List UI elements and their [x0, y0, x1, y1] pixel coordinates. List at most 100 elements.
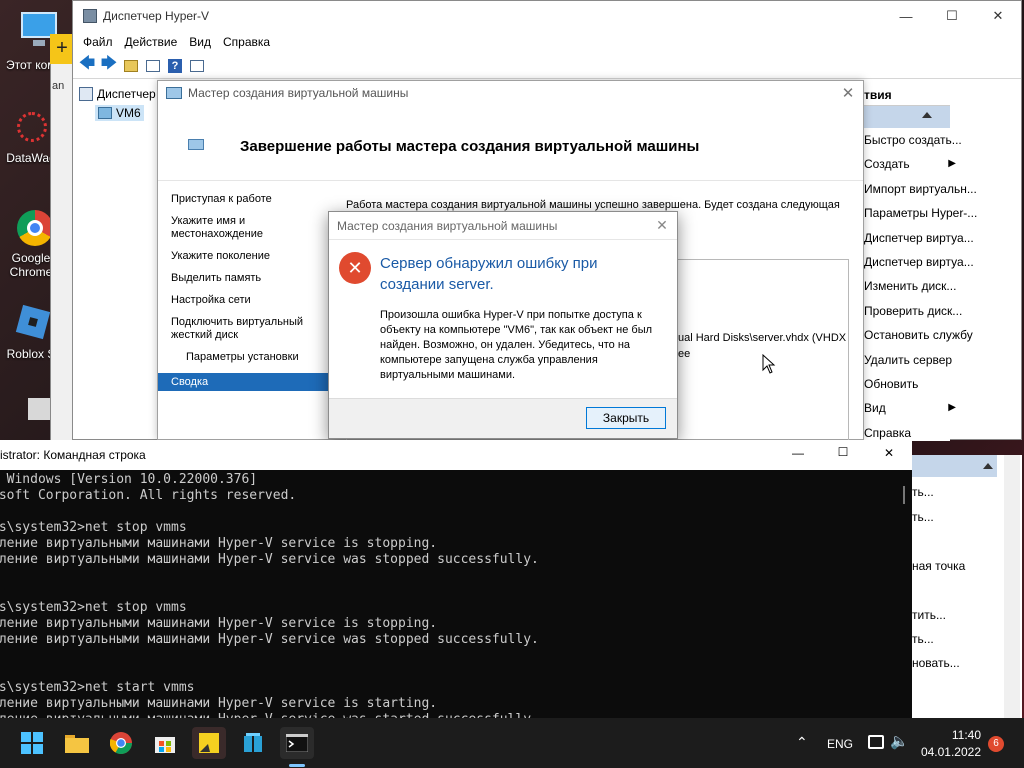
forward-arrow-icon[interactable]: 🡆 [99, 55, 119, 76]
menu-file[interactable]: Файл [77, 35, 119, 49]
action-switch-manager[interactable]: Диспетчер виртуа... [864, 226, 974, 250]
wizard-step[interactable]: Укажите поколение [158, 250, 328, 263]
vm-action[interactable]: ть... [912, 480, 934, 504]
tree-root[interactable]: Диспетчер [79, 87, 156, 101]
wizard-header-icon [188, 139, 204, 150]
cmd-close-button[interactable]: ✕ [866, 446, 912, 460]
hyperv-menubar: Файл Действие Вид Справка [73, 31, 1021, 53]
action-view[interactable]: Вид ▶ [864, 396, 956, 420]
cmd-taskbar-icon[interactable] [280, 727, 314, 759]
cmd-maximize-button[interactable]: ☐ [820, 445, 866, 459]
show-action-pane-icon[interactable] [187, 56, 207, 76]
action-import[interactable]: Импорт виртуальн... [864, 177, 977, 201]
roblox-icon [11, 304, 51, 344]
wizard-step[interactable]: Параметры установки [158, 351, 328, 364]
wizard-step-selected[interactable]: Сводка [158, 373, 328, 391]
error-dialog-titlebar[interactable]: Мастер создания виртуальной машины ✕ [329, 212, 677, 240]
menu-action[interactable]: Действие [119, 35, 184, 49]
action-edit-disk[interactable]: Изменить диск... [864, 274, 956, 298]
vm-action[interactable]: ть... [912, 627, 934, 651]
vm-action-checkpoint[interactable]: ная точка [912, 554, 965, 578]
hyperv-app-icon [83, 9, 97, 23]
close-dialog-button[interactable]: Закрыть [586, 407, 666, 429]
hyperv-taskbar-icon[interactable] [236, 727, 270, 759]
wizard-window-title: Мастер создания виртуальной машины [188, 86, 409, 100]
error-dialog-footer: Закрыть [329, 398, 677, 438]
cmd-output[interactable]: t Windows [Version 10.0.22000.376] osoft… [0, 470, 912, 728]
show-hidden-icons[interactable]: ⌃ [796, 734, 808, 751]
chrome-icon[interactable] [104, 727, 138, 759]
start-button[interactable] [15, 727, 49, 759]
tree-vm6[interactable]: VM6 [95, 105, 144, 121]
wizard-step[interactable]: Выделить память [158, 272, 328, 285]
vm-action[interactable]: новать... [912, 651, 960, 675]
sticky-note-icon[interactable]: + [50, 34, 74, 64]
server-icon [98, 107, 112, 119]
action-hyperv-settings[interactable]: Параметры Hyper-... [864, 201, 977, 225]
wizard-vhd-note: ee [678, 348, 691, 360]
hyperv-titlebar[interactable]: Диспетчер Hyper-V — ☐ ✕ [73, 1, 1021, 31]
error-dialog-close-icon[interactable]: ✕ [647, 217, 677, 234]
wizard-step[interactable]: Настройка сети [158, 294, 328, 307]
language-indicator[interactable]: ENG [827, 737, 853, 751]
action-refresh[interactable]: Обновить [864, 372, 950, 396]
action-quick-create[interactable]: Быстро создать... [864, 128, 962, 152]
hyperv-toolbar: 🡄 🡆 ? [73, 53, 1021, 79]
clock-date[interactable]: 04.01.2022 [918, 745, 981, 759]
side-window-edge [50, 64, 74, 444]
volume-icon[interactable]: 🔈 [890, 732, 909, 750]
mouse-cursor [762, 353, 776, 377]
maximize-button[interactable]: ☐ [929, 1, 975, 31]
action-san-manager[interactable]: Диспетчер виртуа... [864, 250, 974, 274]
sticky-notes-icon[interactable] [192, 727, 226, 759]
show-tree-icon[interactable] [143, 56, 163, 76]
wizard-close-button[interactable]: ✕ [833, 84, 863, 102]
error-message: Произошла ошибка Hyper-V при попытке дос… [380, 309, 653, 381]
menu-help[interactable]: Справка [217, 35, 276, 49]
cmd-titlebar[interactable]: istrator: Командная строка — ☐ ✕ [0, 440, 912, 470]
datawag-icon [11, 108, 51, 148]
action-remove-server[interactable]: Удалить сервер [864, 348, 952, 372]
desktop-icon-partial[interactable] [28, 398, 50, 420]
cmd-scrollbar[interactable] [896, 470, 912, 718]
wizard-heading: Завершение работы мастера создания вирту… [240, 138, 700, 155]
cmd-scrollbar-thumb[interactable] [903, 486, 905, 504]
action-stop-service[interactable]: Остановить службу [864, 323, 973, 347]
wizard-step[interactable]: Укажите имя и местонахождение [158, 215, 298, 241]
wizard-step[interactable]: Приступая к работе [158, 193, 328, 206]
minimize-button[interactable]: — [883, 1, 929, 31]
hyperv-manager-icon [79, 87, 93, 101]
submenu-arrow-icon: ▶ [948, 402, 956, 414]
chrome-icon [13, 208, 53, 248]
file-explorer-icon[interactable] [60, 727, 94, 759]
close-button[interactable]: ✕ [975, 1, 1021, 31]
notification-badge[interactable]: 6 [988, 736, 1004, 752]
store-icon[interactable] [148, 727, 182, 759]
wizard-nav: Приступая к работе Укажите имя и местона… [158, 193, 328, 400]
clock-time[interactable]: 11:40 [925, 728, 981, 742]
collapse-icon [922, 112, 932, 118]
submenu-arrow-icon: ▶ [948, 158, 956, 170]
vm-action[interactable]: тить... [912, 603, 946, 627]
network-icon[interactable] [868, 735, 884, 749]
wizard-step[interactable]: Подключить виртуальный жесткий диск [158, 316, 308, 342]
action-create[interactable]: Создать ▶ [864, 152, 956, 176]
action-inspect-disk[interactable]: Проверить диск... [864, 299, 962, 323]
back-arrow-icon[interactable]: 🡄 [77, 55, 97, 76]
up-folder-icon[interactable] [121, 56, 141, 76]
cmd-window: istrator: Командная строка — ☐ ✕ t Windo… [0, 440, 912, 727]
menu-view[interactable]: Вид [183, 35, 217, 49]
error-dialog-title: Мастер создания виртуальной машины [337, 218, 558, 233]
vm-action[interactable]: ть... [912, 505, 934, 529]
taskbar: ⌃ ENG 🔈 11:40 04.01.2022 6 [0, 718, 1024, 768]
wizard-titlebar[interactable]: Мастер создания виртуальной машины ✕ [158, 81, 863, 105]
actions-section-header-2[interactable] [912, 455, 997, 477]
error-dialog: Мастер создания виртуальной машины ✕ ✕ С… [328, 211, 678, 439]
wizard-vhd-path: ual Hard Disks\server.vhdx (VHDX d [678, 332, 848, 344]
hyperv-window-title: Диспетчер Hyper-V [103, 9, 210, 23]
wizard-header: Завершение работы мастера создания вирту… [158, 105, 863, 181]
help-icon[interactable]: ? [165, 56, 185, 76]
cmd-minimize-button[interactable]: — [775, 446, 821, 460]
error-icon: ✕ [339, 252, 371, 284]
actions-scrollbar[interactable] [1004, 455, 1020, 718]
